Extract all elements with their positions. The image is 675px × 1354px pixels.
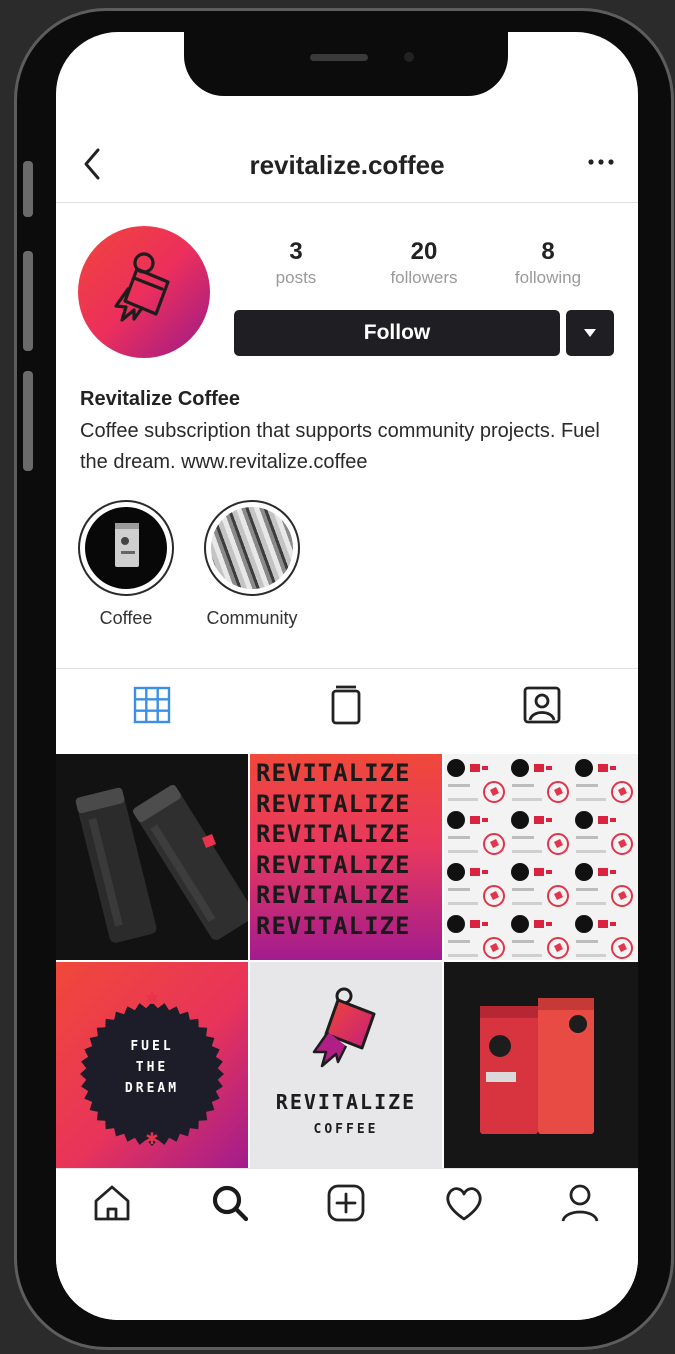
highlight-coffee-thumbnail [85, 507, 167, 589]
revitalize-logo-icon [312, 987, 376, 1068]
more-horizontal-icon[interactable] [584, 150, 618, 174]
followers-count: 20 [410, 238, 438, 265]
heart-icon[interactable] [442, 1181, 486, 1225]
caret-down-icon [584, 329, 596, 337]
badge-line: DREAM [124, 1081, 180, 1096]
logo-sub-text: COFFEE [313, 1122, 379, 1137]
tagged-user-icon[interactable] [520, 683, 564, 727]
bottom-navigation [56, 1168, 638, 1320]
igtv-icon[interactable] [324, 683, 368, 727]
add-post-icon[interactable] [324, 1181, 368, 1225]
highlight-community[interactable]: Community [202, 500, 302, 629]
revitalize-line: REVITALIZE [256, 850, 411, 879]
revitalize-logo-icon [114, 252, 170, 322]
post-coffee-bags[interactable] [444, 962, 638, 1168]
profile-icon[interactable] [558, 1181, 602, 1225]
following-count: 8 [541, 238, 555, 265]
revitalize-line: REVITALIZE [256, 759, 411, 787]
front-camera [404, 52, 414, 62]
followers-label: followers [390, 268, 458, 287]
coffee-bags-image [480, 998, 594, 1134]
post-tumblers[interactable] [56, 754, 248, 960]
posts-count: 3 [289, 238, 303, 265]
tumblers-image [75, 784, 248, 943]
notch [184, 32, 508, 96]
profile-bio: Coffee subscription that supports commun… [80, 420, 600, 473]
highlight-community-thumbnail [211, 507, 293, 589]
posts-grid: REVITALIZE REVITALIZE REVITALIZE REVITAL… [56, 754, 638, 1168]
revitalize-type-lines: REVITALIZE REVITALIZE REVITALIZE REVITAL… [256, 758, 436, 941]
home-icon[interactable] [90, 1181, 134, 1225]
highlight-label: Coffee [99, 608, 153, 628]
badge-line: FUEL [130, 1039, 174, 1054]
post-pattern[interactable] [444, 754, 638, 960]
highlight-coffee[interactable]: Coffee [76, 500, 176, 629]
revitalize-line: REVITALIZE [256, 789, 411, 818]
profile-avatar[interactable] [78, 226, 210, 358]
posts-label: posts [275, 268, 317, 287]
phone-screen: revitalize.coffee 3 posts 20 followers 8… [56, 32, 638, 1320]
profile-header: revitalize.coffee [56, 132, 638, 203]
highlight-ring [78, 500, 174, 596]
profile-username: revitalize.coffee [249, 150, 445, 180]
badge-line: THE [135, 1060, 169, 1075]
post-fuel-the-dream[interactable]: ✱ ✱ FUEL THE DREAM [56, 962, 248, 1168]
follow-button[interactable]: Follow [234, 310, 560, 356]
speaker [310, 54, 368, 61]
logo-pattern-image [444, 754, 638, 960]
grid-icon[interactable] [130, 683, 174, 727]
highlight-ring [204, 500, 300, 596]
stat-followers[interactable]: 20 followers [364, 238, 484, 288]
svg-text:✱: ✱ [145, 1129, 158, 1148]
mute-switch [23, 161, 33, 217]
revitalize-line: REVITALIZE [256, 881, 411, 909]
badge-text: FUEL THE DREAM [56, 1036, 248, 1099]
logo-brand-text: REVITALIZE [275, 1090, 417, 1114]
post-revitalize-type[interactable]: REVITALIZE REVITALIZE REVITALIZE REVITAL… [250, 754, 442, 960]
svg-text:✱: ✱ [145, 989, 158, 1008]
stat-following[interactable]: 8 following [488, 238, 608, 288]
revitalize-line: REVITALIZE [256, 820, 411, 848]
revitalize-line: REVITALIZE [256, 911, 411, 940]
volume-up-button [23, 251, 33, 351]
coffee-bag-image [115, 523, 139, 567]
volume-down-button [23, 371, 33, 471]
search-icon[interactable] [208, 1181, 252, 1225]
profile-display-name: Revitalize Coffee [80, 388, 241, 410]
stat-posts[interactable]: 3 posts [236, 238, 356, 288]
follow-options-button[interactable] [566, 310, 614, 356]
highlight-label: Community [206, 608, 298, 628]
post-logo[interactable]: REVITALIZE COFFEE [250, 962, 442, 1168]
following-label: following [514, 268, 582, 287]
profile-tabs [56, 668, 638, 755]
